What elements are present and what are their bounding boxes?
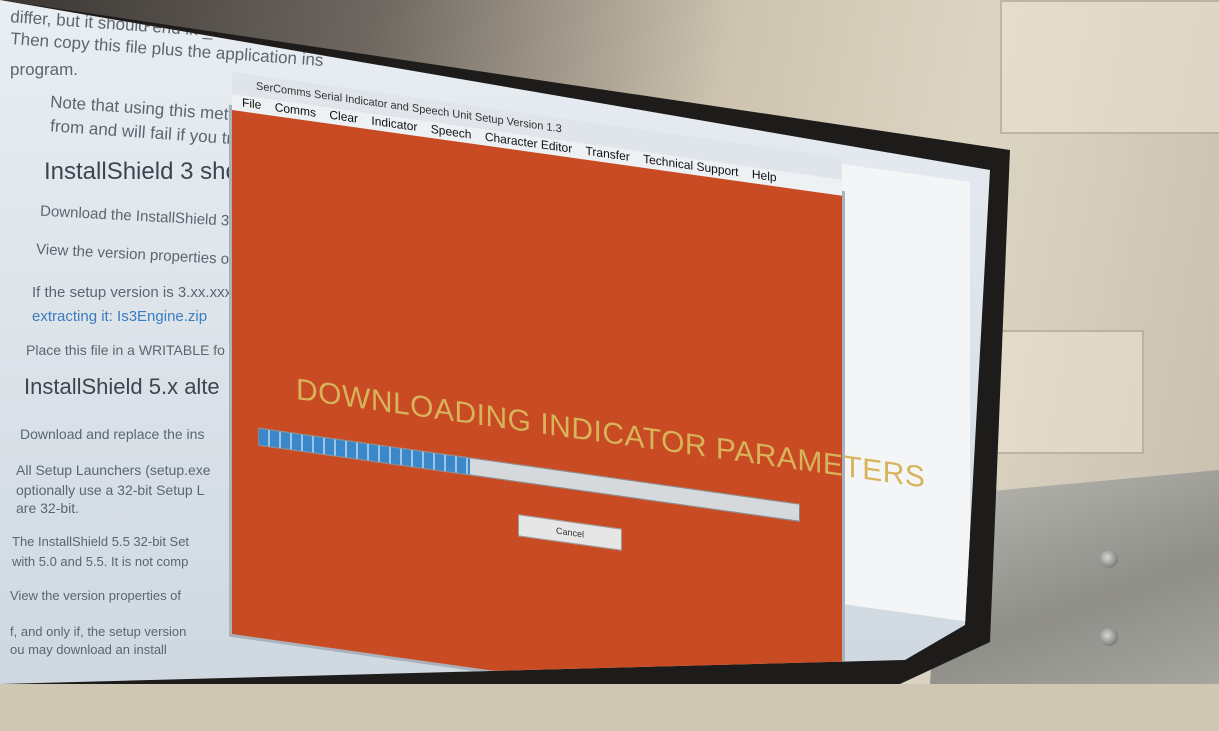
is3engine-link[interactable]: extracting it: Is3Engine.zip <box>32 308 207 325</box>
menu-file[interactable]: File <box>242 95 261 112</box>
text-line: If the setup version is 3.xx.xxx <box>32 284 233 301</box>
cancel-button[interactable]: Cancel <box>518 514 622 551</box>
text-line: Download and replace the ins <box>20 426 205 442</box>
text-line: The InstallShield 5.5 32-bit Set <box>12 534 190 549</box>
text-line: Place this file in a WRITABLE fo <box>26 342 225 358</box>
wall-brick <box>980 330 1144 454</box>
wall-brick <box>1000 0 1219 134</box>
menu-clear[interactable]: Clear <box>329 108 358 126</box>
text-line: Download the InstallShield 3 E <box>39 202 244 231</box>
progress-fill <box>259 428 470 475</box>
text-line: f, and only if, the setup version <box>10 624 187 639</box>
text-line: are 32-bit. <box>16 500 80 516</box>
text-line: All Setup Launchers (setup.exe <box>16 462 211 478</box>
menu-help[interactable]: Help <box>752 167 777 184</box>
heading-installshield-3: InstallShield 3 short <box>44 158 254 185</box>
text-line: View the version properties of <box>35 240 234 269</box>
text-line: ou may download an install <box>10 642 167 657</box>
bolt-icon <box>1100 628 1118 646</box>
webpage-content: differ, but it should end in _MP and the… <box>10 0 324 684</box>
text-line: program. <box>10 60 79 79</box>
text-line: with 5.0 and 5.5. It is not comp <box>12 554 189 569</box>
setup-dialog: SerComms Serial Indicator and Speech Uni… <box>232 72 925 684</box>
text-line: optionally use a 32-bit Setup L <box>16 482 205 498</box>
bolt-icon <box>1100 550 1118 568</box>
heading-installshield-5: InstallShield 5.x alte <box>24 374 220 399</box>
text-line: View the version properties of <box>10 588 182 603</box>
